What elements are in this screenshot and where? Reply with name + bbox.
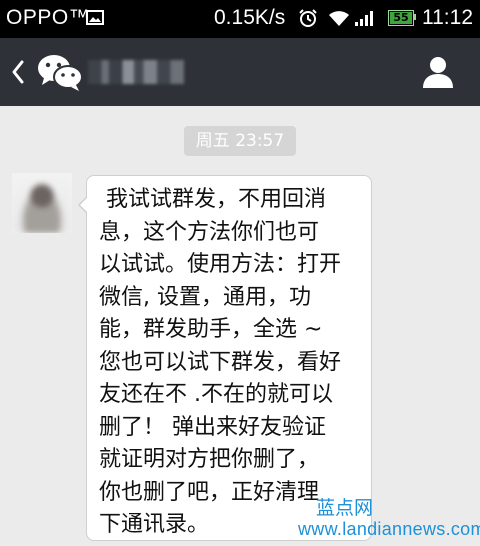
contact-name: ███ — [88, 60, 184, 84]
message-line: 以试试。使用方法：打开 — [99, 252, 342, 277]
wechat-logo-icon — [38, 55, 83, 91]
status-bar: OPPO™ 0.15K/s 55 11:12 — [0, 0, 480, 38]
message-line: 友还在不 .不在的就可以 — [99, 382, 333, 407]
message-line: 息，这个方法你们也可 — [99, 219, 320, 245]
wifi-icon — [329, 11, 349, 26]
timestamp-row: 周五 23:57 — [0, 126, 480, 156]
back-chevron-icon[interactable] — [10, 58, 26, 86]
status-clock: 11:12 — [422, 6, 473, 29]
alarm-icon — [299, 9, 317, 27]
chat-title-bar: ███ — [0, 38, 480, 106]
signal-icon — [355, 11, 373, 26]
avatar[interactable] — [12, 173, 72, 233]
message-text: 我试试群发，不用回消 息，这个方法你们也可 以试试。使用方法：打开 微信, 设置… — [99, 184, 365, 542]
message-line: 我试试群发，不用回消 — [99, 187, 326, 212]
watermark-url: www.landiannews.com — [298, 519, 480, 539]
message-timestamp: 周五 23:57 — [183, 126, 297, 156]
message-line: 删了！ 弹出来好友验证 — [99, 414, 326, 440]
message-line: 您也可以试下群发，看好 — [99, 349, 342, 375]
carrier-label: OPPO™ — [6, 6, 91, 29]
battery-level: 55 — [390, 12, 412, 24]
watermark-title: 蓝点网 — [316, 497, 374, 519]
message-line: 能，群发助手，全选 ~ — [99, 317, 323, 342]
message-line: 就证明对方把你删了， — [99, 447, 320, 472]
profile-icon[interactable] — [420, 54, 456, 90]
image-icon — [86, 10, 104, 25]
battery-icon: 55 — [388, 10, 416, 26]
network-speed: 0.15K/s — [214, 6, 286, 29]
message-line: 微信, 设置，通用，功 — [99, 284, 311, 310]
